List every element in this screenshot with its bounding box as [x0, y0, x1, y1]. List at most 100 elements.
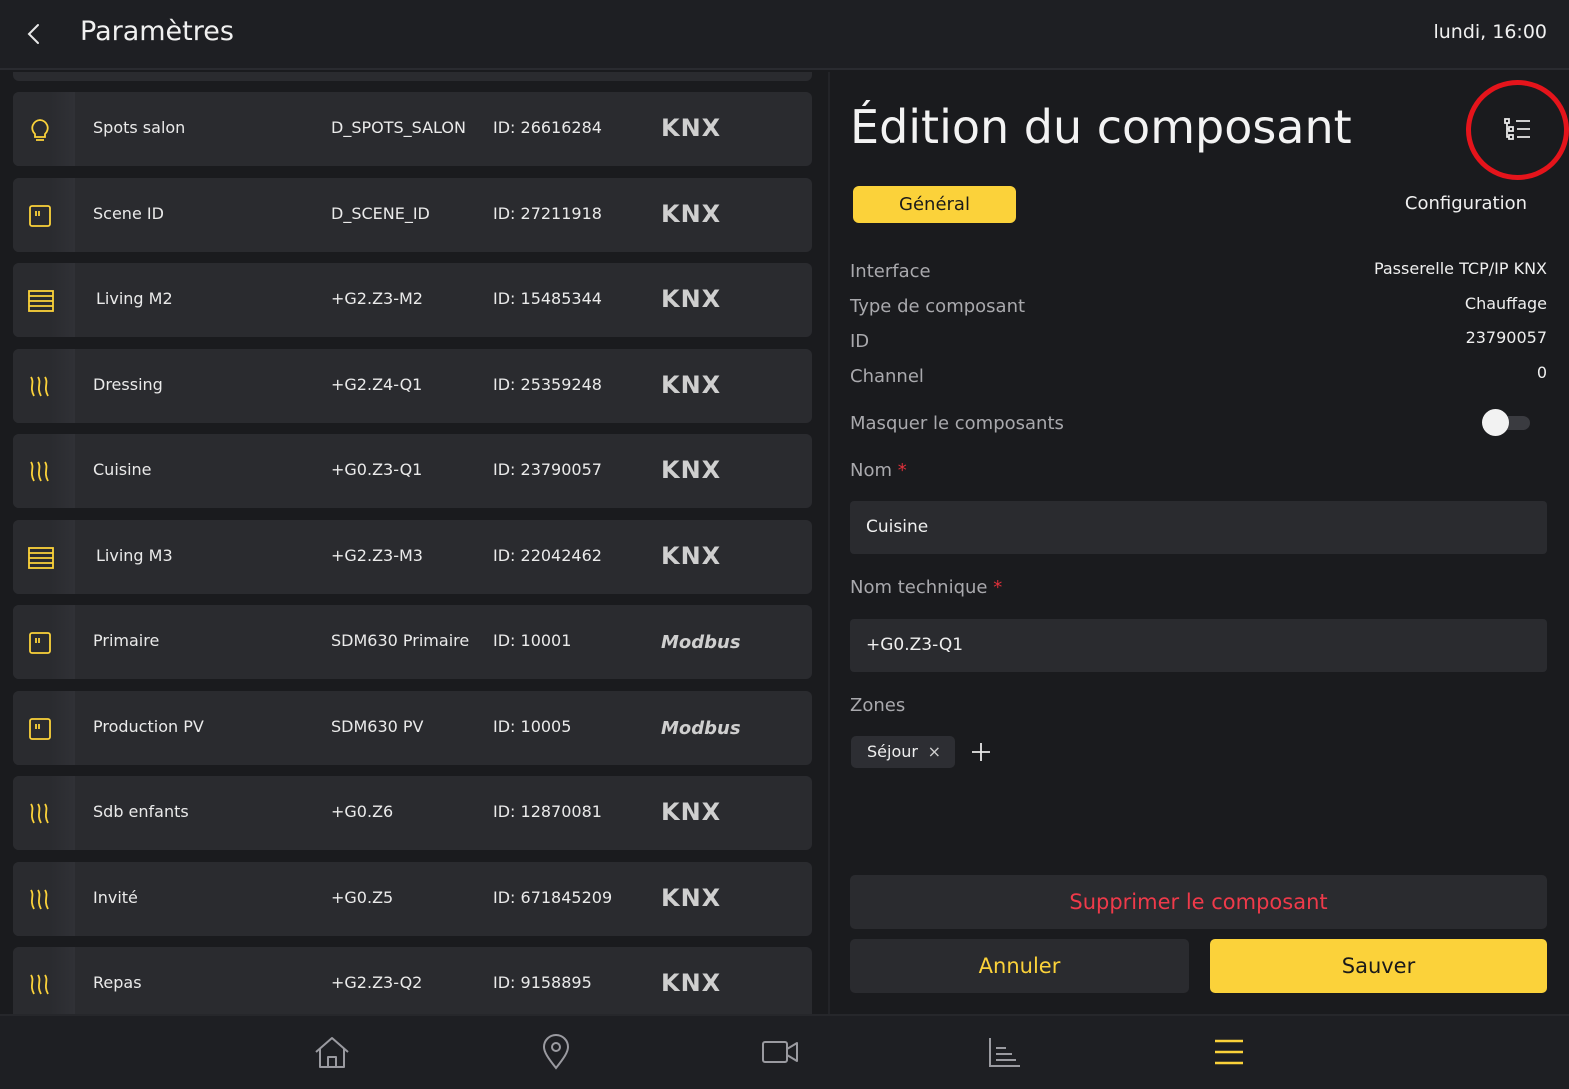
component-icon-wrap	[13, 690, 75, 765]
component-technical-name: SDM630 Primaire	[331, 631, 470, 650]
component-row[interactable]: Dressing +G2.Z4-Q1 ID: 25359248 KNX	[13, 348, 812, 423]
required-mark: *	[993, 577, 1003, 598]
channel-value: 0	[1536, 363, 1547, 382]
tab-configuration[interactable]: Configuration	[1405, 193, 1527, 214]
component-icon-wrap	[13, 519, 75, 594]
home-icon	[315, 1037, 349, 1068]
name-input[interactable]: Cuisine	[850, 501, 1547, 554]
panel-divider	[828, 72, 830, 1014]
nav-location[interactable]	[534, 1030, 578, 1074]
component-technical-name: D_SPOTS_SALON	[331, 118, 466, 137]
toggle-knob	[1482, 409, 1509, 436]
protocol-logo: KNX	[661, 456, 722, 484]
protocol-logo: KNX	[661, 370, 722, 399]
top-bar: Paramètres lundi, 16:00	[0, 0, 1569, 70]
component-icon-wrap	[13, 92, 75, 166]
component-icon-wrap	[13, 348, 75, 423]
component-name: Cuisine	[93, 460, 152, 479]
component-row[interactable]: Production PV SDM630 PV ID: 10005 Modbus	[13, 690, 812, 765]
interface-value: Passerelle TCP/IP KNX	[1373, 259, 1547, 278]
component-id: ID: 26616284	[493, 118, 602, 137]
component-id: ID: 12870081	[493, 802, 602, 821]
required-mark: *	[897, 460, 907, 481]
chevron-left-icon	[27, 24, 39, 44]
component-row[interactable]: Spots salon D_SPOTS_SALON ID: 26616284 KNX	[13, 92, 812, 166]
type-value: Chauffage	[1464, 294, 1547, 313]
component-name: Sdb enfants	[93, 802, 189, 821]
list-item-partial	[13, 72, 812, 81]
component-technical-name: +G2.Z3-M3	[331, 545, 423, 565]
component-row[interactable]: Living M3 +G2.Z3-M3 ID: 22042462 KNX	[13, 519, 812, 594]
component-id: ID: 9158895	[493, 973, 592, 992]
chart-icon	[989, 1038, 1020, 1067]
component-name: Scene ID	[93, 203, 164, 223]
zones-label: Zones	[850, 695, 906, 716]
component-technical-name: +G0.Z6	[331, 802, 394, 821]
tech-name-input[interactable]: +G0.Z3-Q1	[850, 619, 1547, 672]
nav-menu[interactable]	[1207, 1030, 1251, 1074]
component-name: Repas	[93, 973, 142, 992]
channel-label: Channel	[850, 366, 924, 387]
nav-home[interactable]	[310, 1030, 354, 1074]
component-name: Invité	[93, 887, 138, 907]
editor-title: Édition du composant	[850, 100, 1352, 154]
component-icon-wrap	[13, 947, 75, 1014]
nav-chart[interactable]	[982, 1030, 1026, 1074]
protocol-logo: KNX	[661, 541, 722, 570]
bottom-navigation	[0, 1014, 1569, 1089]
component-name: Primaire	[93, 631, 160, 650]
component-row[interactable]: Living M2 +G2.Z3-M2 ID: 15485344 KNX	[13, 263, 812, 337]
component-id: ID: 10005	[493, 716, 572, 736]
component-row[interactable]: Cuisine +G0.Z3-Q1 ID: 23790057 KNX	[13, 434, 812, 508]
component-row[interactable]: Repas +G2.Z3-Q2 ID: 9158895 KNX	[13, 947, 812, 1014]
close-icon[interactable]: ×	[928, 736, 941, 768]
interface-label: Interface	[850, 261, 931, 282]
component-technical-name: SDM630 PV	[331, 716, 424, 736]
protocol-logo: Modbus	[661, 632, 741, 653]
component-icon-wrap	[13, 861, 75, 936]
component-row[interactable]: Scene ID D_SCENE_ID ID: 27211918 KNX	[13, 177, 812, 252]
protocol-logo: Modbus	[661, 717, 741, 739]
protocol-logo: KNX	[661, 114, 722, 142]
component-technical-name: +G0.Z3-Q1	[331, 460, 423, 479]
component-id: ID: 671845209	[493, 887, 613, 907]
page-title: Paramètres	[80, 16, 234, 47]
component-technical-name: +G2.Z3-Q2	[331, 973, 423, 992]
component-icon-wrap	[13, 776, 75, 850]
component-row[interactable]: Invité +G0.Z5 ID: 671845209 KNX	[13, 861, 812, 936]
hide-component-label: Masquer le composants	[850, 413, 1064, 434]
protocol-logo: KNX	[661, 798, 722, 826]
component-id: ID: 27211918	[493, 203, 602, 223]
zone-chip: Séjour ×	[851, 736, 955, 768]
component-row[interactable]: Sdb enfants +G0.Z6 ID: 12870081 KNX	[13, 776, 812, 850]
hide-component-toggle[interactable]	[1482, 408, 1532, 436]
id-label: ID	[850, 331, 870, 352]
component-row[interactable]: Primaire SDM630 Primaire ID: 10001 Modbus	[13, 605, 812, 679]
back-button[interactable]	[18, 18, 50, 50]
component-icon-wrap	[13, 263, 75, 337]
add-zone-button[interactable]	[966, 736, 996, 768]
component-name: Living M3	[96, 545, 173, 565]
protocol-logo: KNX	[661, 969, 722, 997]
location-icon	[542, 1034, 570, 1070]
tab-general[interactable]: Général	[853, 186, 1016, 223]
component-name: Spots salon	[93, 118, 186, 137]
type-label: Type de composant	[850, 296, 1026, 317]
component-list: Spots salon D_SPOTS_SALON ID: 26616284 KNX S…	[0, 72, 828, 1014]
component-name: Living M2	[96, 289, 173, 308]
component-technical-name: +G0.Z5	[331, 887, 394, 907]
component-id: ID: 23790057	[493, 460, 602, 479]
save-button[interactable]: Sauver	[1210, 939, 1547, 993]
cancel-button[interactable]: Annuler	[850, 939, 1189, 993]
protocol-logo: KNX	[661, 199, 722, 228]
delete-component-button[interactable]: Supprimer le composant	[850, 875, 1547, 929]
component-name: Production PV	[93, 716, 204, 736]
component-technical-name: +G2.Z4-Q1	[331, 374, 423, 394]
protocol-logo: KNX	[661, 285, 722, 313]
name-label: Nom *	[850, 460, 907, 481]
tech-name-label: Nom technique *	[850, 577, 1002, 598]
nav-camera[interactable]	[758, 1030, 802, 1074]
component-id: ID: 25359248	[493, 374, 602, 394]
component-technical-name: D_SCENE_ID	[331, 203, 430, 223]
tech-name-label-text: Nom technique	[850, 577, 988, 598]
